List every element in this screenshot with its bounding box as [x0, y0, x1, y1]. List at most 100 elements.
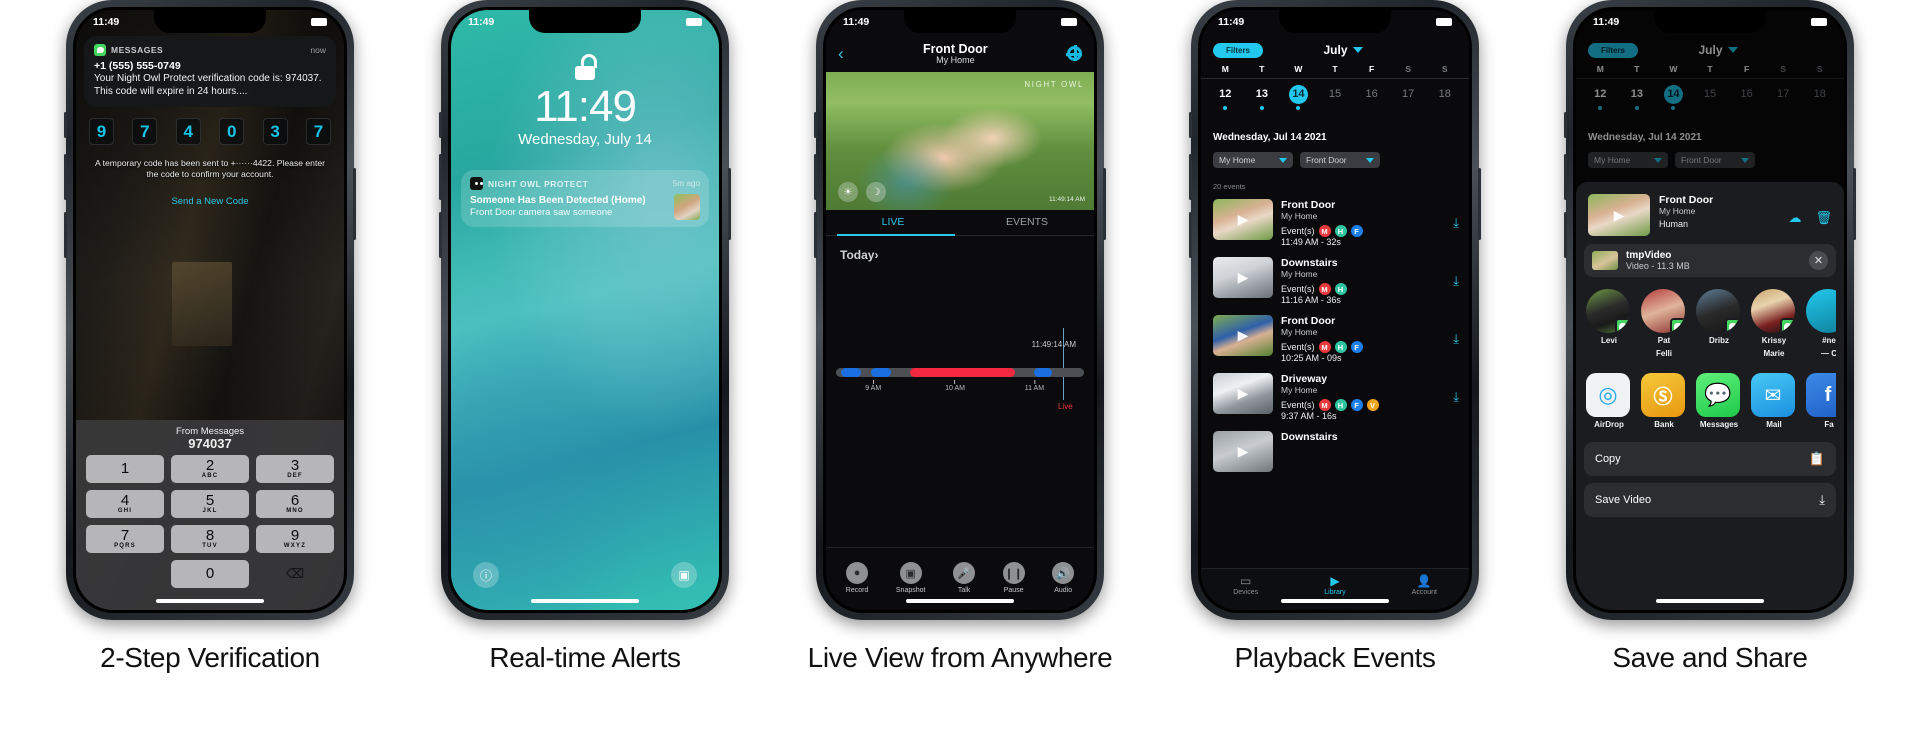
key-9[interactable]: 9 WXYZ	[256, 525, 334, 553]
volume-down-button[interactable]	[64, 212, 67, 258]
table-row[interactable]: ▶ Driveway My Home Event(s) M H F V 9:37…	[1201, 368, 1469, 426]
home-indicator[interactable]	[906, 599, 1014, 603]
mute-switch[interactable]	[64, 112, 67, 138]
day-13[interactable]: 13	[1244, 84, 1281, 110]
share-contacts-row[interactable]: Levi Pat Felli Dribz Krissy Marie #ne — …	[1584, 277, 1836, 363]
cloud-upload-icon[interactable]: ☁	[1788, 210, 1801, 226]
table-row[interactable]: ▶ Downstairs	[1201, 426, 1469, 477]
event-thumbnail[interactable]: ▶	[1213, 373, 1273, 414]
contact-group[interactable]: #ne — C	[1806, 289, 1836, 359]
volume-down-button[interactable]	[1564, 212, 1567, 258]
volume-up-button[interactable]	[439, 154, 442, 200]
home-selector[interactable]: My Home	[1213, 152, 1293, 168]
timeline-track[interactable]	[836, 368, 1084, 377]
power-button[interactable]	[353, 168, 356, 240]
event-thumbnail[interactable]: ▶	[1213, 315, 1273, 356]
tab-account[interactable]: 👤 Account	[1380, 569, 1469, 610]
night-mode-icon[interactable]: ☽	[866, 182, 886, 202]
volume-up-button[interactable]	[1564, 154, 1567, 200]
tool-talk[interactable]: 🎤 Talk	[953, 562, 976, 594]
tab-events[interactable]: EVENTS	[960, 210, 1094, 235]
key-4[interactable]: 4 GHI	[86, 490, 164, 518]
message-notification-card[interactable]: MESSAGES now +1 (555) 555-0749 Your Nigh…	[84, 36, 336, 107]
day-17[interactable]: 17	[1390, 84, 1427, 110]
event-thumbnail[interactable]: ▶	[1213, 199, 1273, 240]
volume-up-button[interactable]	[814, 154, 817, 200]
code-digit-4[interactable]: 0	[219, 118, 245, 145]
day-18[interactable]: 18	[1426, 84, 1463, 110]
month-selector[interactable]: July	[1263, 43, 1423, 57]
code-digit-5[interactable]: 3	[262, 118, 288, 145]
tool-snapshot[interactable]: ▣ Snapshot	[896, 562, 926, 594]
camera-icon[interactable]: ▣	[671, 562, 697, 588]
day-12[interactable]: 12	[1207, 84, 1244, 110]
volume-down-button[interactable]	[1189, 212, 1192, 258]
event-list[interactable]: ▶ Front Door My Home Event(s) M H F 11:4…	[1201, 194, 1469, 568]
mute-switch[interactable]	[1564, 112, 1567, 138]
mute-switch[interactable]	[814, 112, 817, 138]
app-bank[interactable]: Ⓢ Bank	[1641, 373, 1687, 429]
home-indicator[interactable]	[531, 599, 639, 603]
tab-devices[interactable]: ▭ Devices	[1201, 569, 1290, 610]
keyboard-suggestion[interactable]: From Messages 974037	[76, 420, 344, 455]
key-5[interactable]: 5 JKL	[171, 490, 249, 518]
table-row[interactable]: ▶ Front Door My Home Event(s) M H F	[1201, 310, 1469, 368]
brightness-icon[interactable]: ☀	[838, 182, 858, 202]
day-16[interactable]: 16	[1353, 84, 1390, 110]
home-indicator[interactable]	[156, 599, 264, 603]
event-thumbnail[interactable]: ▶	[1213, 257, 1273, 298]
delete-key[interactable]: ⌫	[256, 566, 334, 582]
mute-switch[interactable]	[439, 112, 442, 138]
app-facebook[interactable]: f Fa	[1806, 373, 1836, 429]
flashlight-icon[interactable]: ⓘ	[473, 562, 499, 588]
send-new-code-link[interactable]: Send a New Code	[76, 196, 344, 207]
share-apps-row[interactable]: ◎ AirDrop Ⓢ Bank 💬 Messages ✉ Mail f Fa	[1584, 363, 1836, 435]
app-messages[interactable]: 💬 Messages	[1696, 373, 1742, 429]
tool-record[interactable]: ● Record	[846, 562, 868, 594]
power-button[interactable]	[1478, 168, 1481, 240]
contact-dribz[interactable]: Dribz	[1696, 289, 1742, 359]
camera-live-feed[interactable]: NIGHT OWL ☀ ☽ 11:49:14 AM	[826, 72, 1094, 210]
tool-pause[interactable]: ❙❙ Pause	[1002, 562, 1025, 594]
night-owl-notification[interactable]: NIGHT OWL PROTECT 5m ago Someone Has Bee…	[461, 170, 709, 227]
power-button[interactable]	[1103, 168, 1106, 240]
volume-up-button[interactable]	[1189, 154, 1192, 200]
volume-down-button[interactable]	[814, 212, 817, 258]
today-link[interactable]: Today›	[840, 246, 878, 264]
key-2[interactable]: 2 ABC	[171, 455, 249, 483]
contact-krissy-marie[interactable]: Krissy Marie	[1751, 289, 1797, 359]
key-7[interactable]: 7 PQRS	[86, 525, 164, 553]
table-row[interactable]: ▶ Downstairs My Home Event(s) M H 11:16 …	[1201, 252, 1469, 310]
mute-switch[interactable]	[1189, 112, 1192, 138]
key-6[interactable]: 6 MNO	[256, 490, 334, 518]
key-8[interactable]: 8 TUV	[171, 525, 249, 553]
power-button[interactable]	[1853, 168, 1856, 240]
code-digit-3[interactable]: 4	[175, 118, 201, 145]
code-digit-2[interactable]: 7	[132, 118, 158, 145]
gear-icon[interactable]	[1066, 44, 1082, 61]
key-3[interactable]: 3 DEF	[256, 455, 334, 483]
power-button[interactable]	[728, 168, 731, 240]
trash-icon[interactable]: 🗑	[1815, 210, 1832, 226]
day-14-selected[interactable]: 14	[1280, 84, 1317, 110]
code-digit-1[interactable]: 9	[89, 118, 114, 145]
download-icon[interactable]: ⤓	[1453, 215, 1459, 231]
key-0[interactable]: 0	[171, 560, 249, 588]
filters-button[interactable]: Filters	[1213, 42, 1264, 58]
table-row[interactable]: ▶ Front Door My Home Event(s) M H F	[1201, 194, 1469, 252]
volume-down-button[interactable]	[439, 212, 442, 258]
tool-audio[interactable]: 🔊 Audio	[1052, 562, 1075, 594]
tab-live[interactable]: LIVE	[826, 210, 960, 235]
contact-pat-felli[interactable]: Pat Felli	[1641, 289, 1687, 359]
volume-up-button[interactable]	[64, 154, 67, 200]
home-indicator[interactable]	[1656, 599, 1764, 603]
download-icon[interactable]: ⤓	[1453, 389, 1459, 405]
close-icon[interactable]: ✕	[1809, 251, 1828, 270]
event-thumbnail[interactable]: ▶	[1213, 431, 1273, 472]
action-copy[interactable]: Copy 📋	[1584, 442, 1836, 476]
app-airdrop[interactable]: ◎ AirDrop	[1586, 373, 1632, 429]
camera-selector[interactable]: Front Door	[1300, 152, 1380, 168]
code-digit-6[interactable]: 7	[305, 118, 331, 145]
action-save-video[interactable]: Save Video ⤓	[1584, 483, 1836, 517]
code-input-group[interactable]: 9 7 4 0 3 7	[89, 118, 331, 145]
